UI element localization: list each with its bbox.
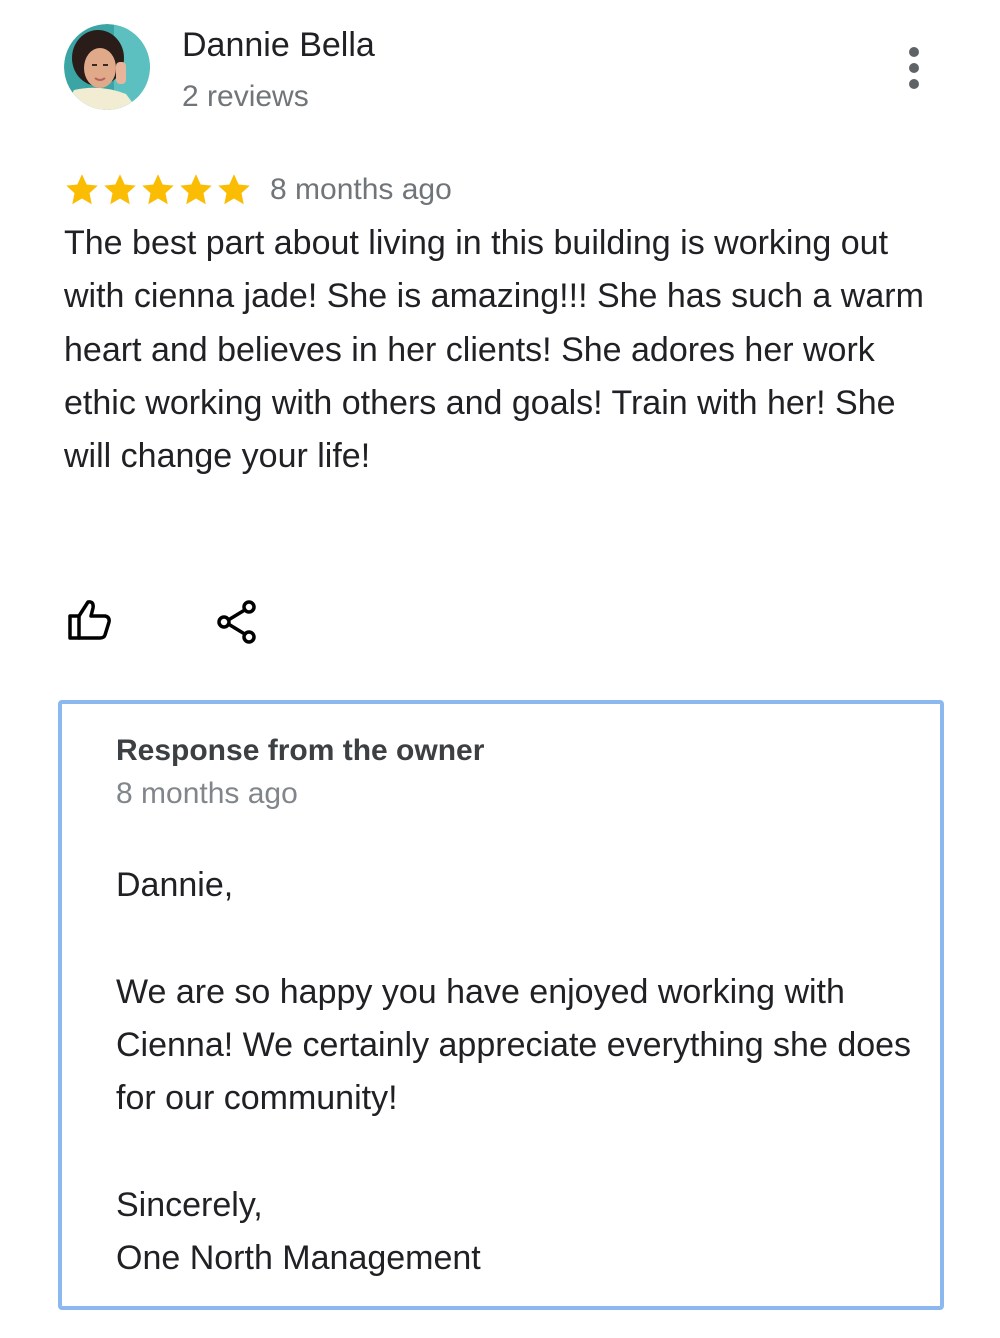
star-icon <box>180 174 212 205</box>
share-button[interactable] <box>214 598 262 646</box>
owner-response-body: Dannie, We are so happy you have enjoyed… <box>116 859 936 1285</box>
star-icon <box>66 174 98 205</box>
star-icon <box>218 174 250 205</box>
share-icon <box>217 600 256 644</box>
owner-response-time: 8 months ago <box>116 777 298 810</box>
owner-response-signature: One North Management <box>116 1239 481 1278</box>
star-icon <box>142 174 174 205</box>
more-vertical-icon-dot <box>909 79 919 89</box>
more-options-button[interactable] <box>896 44 932 92</box>
reviewer-name[interactable]: Dannie Bella <box>182 26 375 65</box>
reviewer-review-count[interactable]: 2 reviews <box>182 80 309 114</box>
avatar[interactable] <box>64 24 150 110</box>
owner-response-message: We are so happy you have enjoyed working… <box>116 972 912 1118</box>
more-vertical-icon-dot <box>909 47 919 57</box>
star-rating <box>64 172 252 208</box>
review-time: 8 months ago <box>270 173 452 206</box>
owner-response-greeting: Dannie, <box>116 866 234 904</box>
owner-response-card: Response from the owner 8 months ago Dan… <box>58 700 944 1310</box>
owner-response-title: Response from the owner <box>116 734 485 767</box>
more-vertical-icon-dot <box>909 63 919 73</box>
user-photo-avatar-icon <box>64 24 150 110</box>
review-text: The best part about living in this build… <box>64 224 924 476</box>
rating-row: 8 months ago <box>64 166 452 214</box>
star-icon <box>104 174 136 205</box>
like-button[interactable] <box>64 596 114 646</box>
thumbs-up-icon <box>68 600 111 640</box>
owner-response-closing: Sincerely, <box>116 1185 263 1224</box>
